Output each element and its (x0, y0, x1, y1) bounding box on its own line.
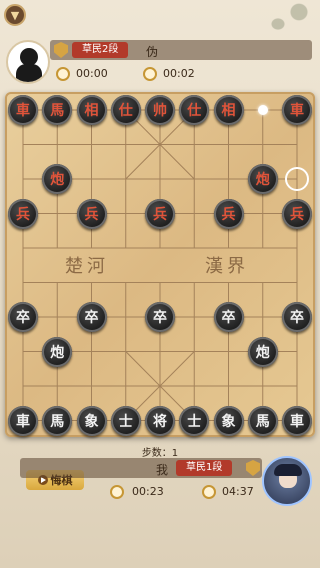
black-piece[interactable]: 炮 (247, 336, 278, 367)
red-piece[interactable]: 兵 (8, 198, 38, 229)
my-name: 我 (156, 463, 169, 477)
timer-icon (110, 485, 124, 499)
black-piece[interactable]: 卒 (282, 302, 312, 332)
opponent-total-time: 00:02 (163, 67, 195, 80)
board-grid (22, 109, 298, 421)
red-piece[interactable]: 車 (8, 95, 38, 125)
chess-board[interactable]: 楚河 漢界 車馬相仕帅仕相車炮炮兵兵兵兵兵卒卒卒卒卒炮炮車馬象士将士象馬車 (5, 92, 315, 437)
black-piece[interactable]: 卒 (76, 302, 107, 332)
black-piece[interactable]: 卒 (145, 302, 175, 332)
steps-counter: 步数：1 (141, 448, 179, 459)
red-piece[interactable]: 炮 (247, 164, 278, 194)
opponent-avatar[interactable] (6, 40, 50, 84)
opponent-rank: 草民2段 (72, 42, 129, 58)
red-piece[interactable]: 兵 (213, 198, 244, 229)
last-move-target-ring (285, 167, 309, 191)
red-piece[interactable]: 車 (282, 95, 312, 125)
my-avatar[interactable] (262, 456, 312, 506)
back-icon[interactable]: ▼ (4, 4, 26, 26)
red-piece[interactable]: 相 (76, 95, 107, 125)
opponent-move-time: 00:00 (76, 67, 108, 80)
timer-icon (56, 67, 70, 81)
last-move-origin-marker (257, 105, 268, 115)
timer-icon (202, 485, 216, 499)
my-move-time: 00:23 (132, 485, 164, 498)
red-piece[interactable]: 兵 (145, 198, 175, 229)
black-piece[interactable]: 車 (282, 405, 312, 436)
red-piece[interactable]: 相 (213, 95, 244, 125)
red-piece[interactable]: 兵 (282, 198, 312, 229)
black-piece[interactable]: 馬 (247, 405, 278, 436)
river-right-text: 漢界 (205, 256, 249, 277)
black-piece[interactable]: 象 (213, 405, 244, 436)
black-piece[interactable]: 卒 (213, 302, 244, 332)
red-piece[interactable]: 帅 (145, 95, 175, 125)
opponent-name: 伪 (146, 45, 159, 59)
my-total-time: 04:37 (222, 485, 254, 498)
black-piece[interactable]: 士 (110, 405, 141, 436)
timer-icon (143, 67, 157, 81)
river-left-text: 楚河 (65, 256, 109, 277)
my-rank: 草民1段 (176, 460, 233, 476)
black-piece[interactable]: 卒 (8, 302, 38, 332)
black-piece[interactable]: 将 (145, 405, 175, 436)
red-piece[interactable]: 兵 (76, 198, 107, 229)
black-piece[interactable]: 炮 (42, 336, 73, 367)
black-piece[interactable]: 馬 (42, 405, 73, 436)
red-piece[interactable]: 仕 (110, 95, 141, 125)
black-piece[interactable]: 象 (76, 405, 107, 436)
black-piece[interactable]: 士 (179, 405, 210, 436)
black-piece[interactable]: 車 (8, 405, 38, 436)
